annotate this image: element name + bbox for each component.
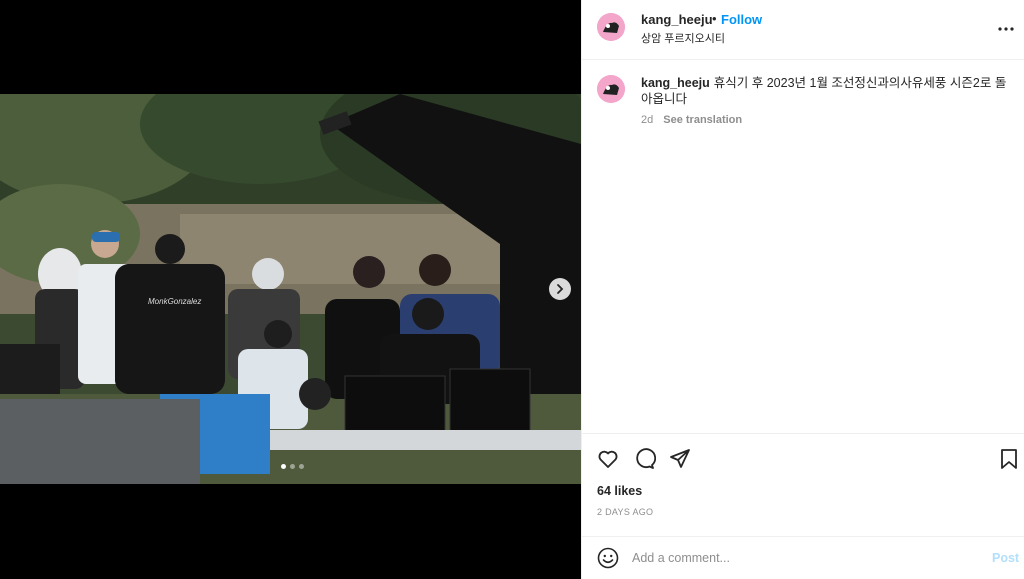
chevron-right-icon bbox=[557, 284, 564, 294]
carousel-dot bbox=[290, 464, 295, 469]
comment-button[interactable] bbox=[632, 447, 657, 471]
post-photo[interactable]: MonkGonzalez bbox=[0, 94, 581, 484]
post-comment-button[interactable]: Post bbox=[992, 551, 1019, 565]
see-translation-link[interactable]: See translation bbox=[663, 114, 742, 126]
carousel-dot bbox=[281, 464, 286, 469]
next-photo-button[interactable] bbox=[549, 278, 571, 300]
avatar[interactable] bbox=[597, 13, 625, 41]
post-details-panel: kang_heeju • Follow 상암 푸르지오시티 kang_heeju… bbox=[581, 0, 1024, 579]
comment-bar: Post bbox=[582, 536, 1024, 579]
more-options-button[interactable] bbox=[998, 18, 1014, 36]
share-button[interactable] bbox=[668, 447, 692, 471]
carousel-dots bbox=[281, 464, 304, 469]
caption-meta: 2d See translation bbox=[641, 114, 742, 126]
bookmark-icon bbox=[1001, 449, 1017, 469]
heart-icon bbox=[598, 450, 618, 468]
post-timestamp[interactable]: 2 DAYS AGO bbox=[597, 507, 653, 517]
post-header: kang_heeju • Follow 상암 푸르지오시티 bbox=[582, 0, 1024, 60]
like-button[interactable] bbox=[596, 447, 620, 471]
caption-time[interactable]: 2d bbox=[641, 114, 653, 126]
photo-illustration bbox=[0, 94, 581, 484]
action-bar bbox=[582, 433, 1024, 483]
likes-count[interactable]: 64 likes bbox=[597, 484, 642, 498]
shirt-print: MonkGonzalez bbox=[148, 297, 202, 306]
paper-plane-icon bbox=[670, 449, 690, 468]
location-link[interactable]: 상암 푸르지오시티 bbox=[641, 30, 725, 46]
post-modal: MonkGonzalez kang_heeju • Follow 상암 푸르지오… bbox=[0, 0, 1024, 579]
separator: • bbox=[712, 11, 717, 26]
comment-icon bbox=[636, 448, 657, 469]
username-link[interactable]: kang_heeju bbox=[641, 12, 713, 27]
caption-username[interactable]: kang_heeju bbox=[641, 76, 710, 90]
comment-input[interactable] bbox=[632, 547, 972, 569]
smiley-icon bbox=[597, 547, 619, 569]
post-caption: kang_heeju 휴식기 후 2023년 1월 조선정신과의사유세풍 시즌2로… bbox=[641, 75, 1011, 107]
save-button[interactable] bbox=[997, 447, 1021, 471]
caption-avatar[interactable] bbox=[597, 75, 625, 103]
ellipsis-icon bbox=[998, 27, 1014, 31]
emoji-button[interactable] bbox=[597, 547, 619, 569]
follow-button[interactable]: Follow bbox=[721, 12, 762, 27]
media-pane: MonkGonzalez bbox=[0, 0, 581, 579]
carousel-dot bbox=[299, 464, 304, 469]
